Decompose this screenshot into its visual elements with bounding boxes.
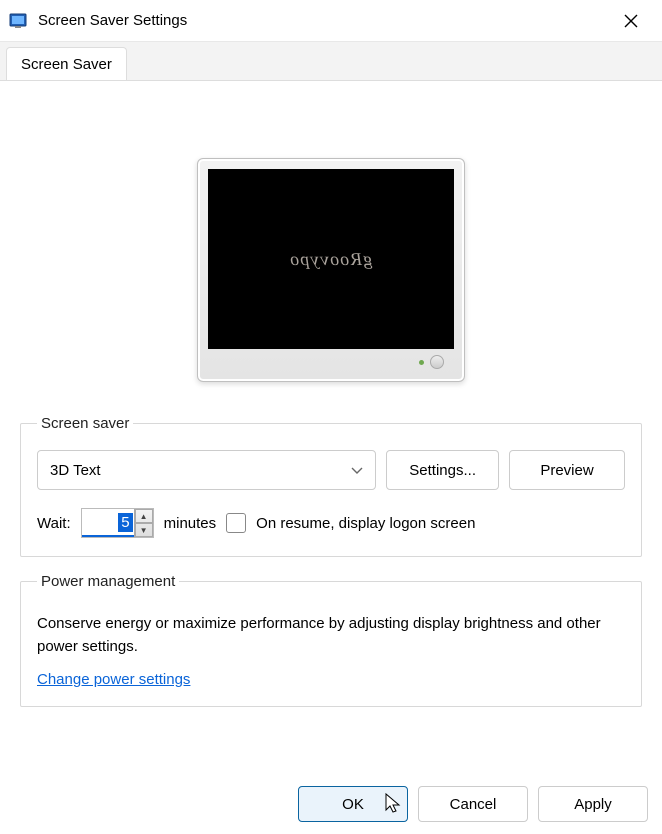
power-button-icon: [430, 355, 444, 369]
apply-button[interactable]: Apply: [538, 786, 648, 822]
monitor-base: [208, 349, 454, 375]
window-title: Screen Saver Settings: [38, 12, 608, 29]
dialog-footer: OK Cancel Apply: [0, 774, 662, 834]
settings-button[interactable]: Settings...: [386, 450, 499, 490]
preview-button[interactable]: Preview: [509, 450, 625, 490]
power-group: Power management Conserve energy or maxi…: [20, 573, 642, 707]
preview-screen: gRoovypo: [208, 169, 454, 349]
dialog-content: gRoovypo Screen saver 3D Text Settings..…: [0, 80, 662, 774]
ok-button[interactable]: OK: [298, 786, 408, 822]
wait-spinner[interactable]: 5 ▲ ▼: [81, 508, 154, 538]
change-power-settings-link[interactable]: Change power settings: [37, 671, 190, 688]
cancel-button[interactable]: Cancel: [418, 786, 528, 822]
chevron-down-icon: [351, 462, 363, 479]
resume-label: On resume, display logon screen: [256, 515, 475, 532]
titlebar: Screen Saver Settings: [0, 0, 662, 42]
tab-screen-saver[interactable]: Screen Saver: [6, 47, 127, 81]
power-text: Conserve energy or maximize performance …: [37, 612, 625, 659]
wait-value: 5: [118, 513, 132, 532]
screensaver-icon: [8, 10, 30, 32]
screensaver-select-value: 3D Text: [50, 462, 101, 479]
preview-area: gRoovypo: [20, 81, 642, 411]
spinner-up-icon[interactable]: ▲: [135, 509, 153, 523]
power-led-icon: [419, 360, 424, 365]
dialog-window: Screen Saver Settings Screen Saver gRoov…: [0, 0, 662, 834]
screensaver-group: Screen saver 3D Text Settings... Preview…: [20, 415, 642, 557]
power-legend: Power management: [37, 573, 179, 590]
preview-monitor: gRoovypo: [197, 158, 465, 382]
tab-strip: Screen Saver: [0, 42, 662, 80]
preview-text: gRoovypo: [288, 249, 374, 270]
resume-checkbox[interactable]: [226, 513, 246, 533]
screensaver-legend: Screen saver: [37, 415, 133, 432]
wait-label: Wait:: [37, 515, 71, 532]
screensaver-select[interactable]: 3D Text: [37, 450, 376, 490]
close-button[interactable]: [608, 5, 654, 37]
spinner-down-icon[interactable]: ▼: [135, 523, 153, 537]
minutes-label: minutes: [164, 515, 217, 532]
